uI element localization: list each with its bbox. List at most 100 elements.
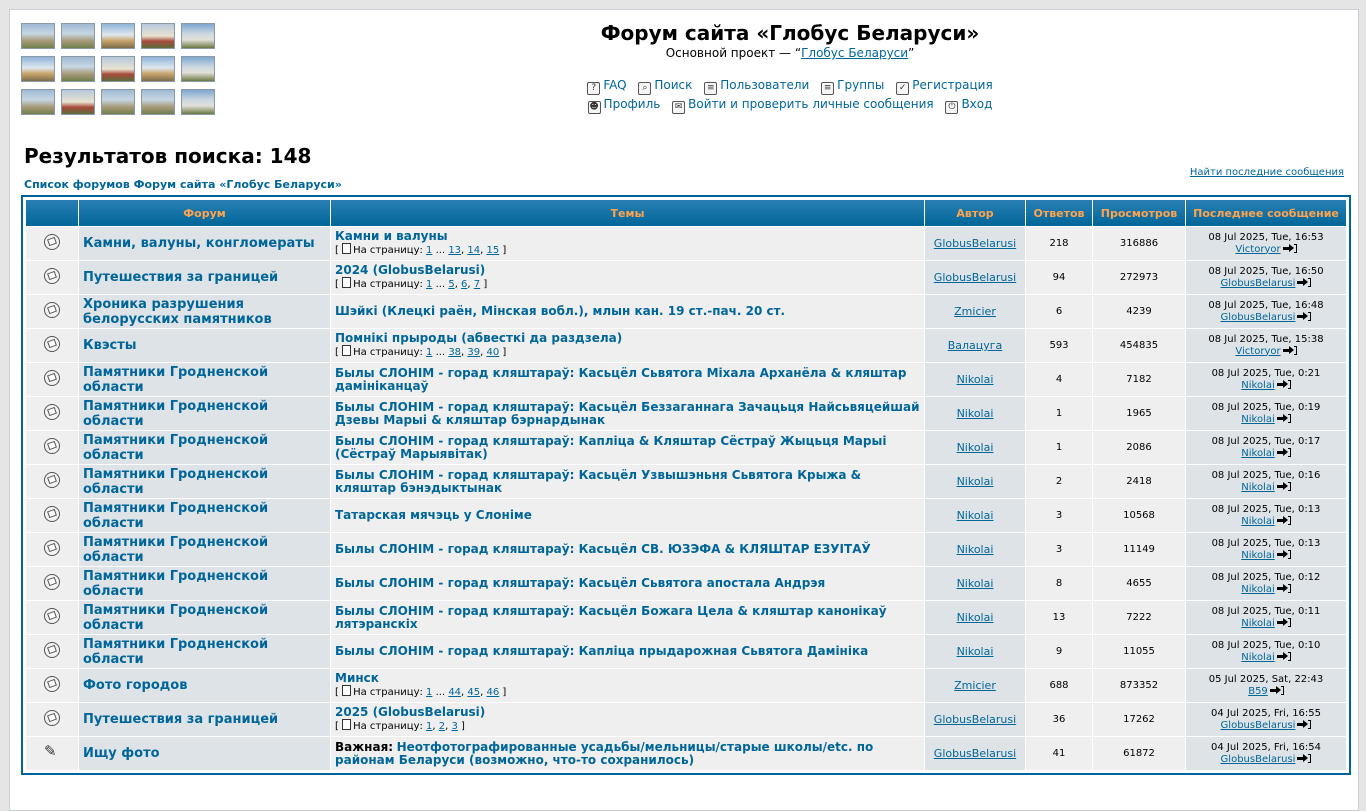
- forum-link[interactable]: Путешествия за границей: [83, 712, 278, 727]
- go-to-last-post-icon[interactable]: [1276, 651, 1291, 661]
- last-post-author-link[interactable]: GlobusBelarusi: [1221, 278, 1296, 289]
- author-link[interactable]: Zmicier: [954, 679, 996, 692]
- nav-messages[interactable]: ✉ Войти и проверить личные сообщения: [672, 97, 934, 114]
- page-link[interactable]: 7: [474, 279, 480, 290]
- topic-link[interactable]: Камни и валуны: [335, 229, 448, 243]
- topic-link[interactable]: Неотфотографированные усадьбы/мельницы/с…: [335, 740, 873, 767]
- topic-link[interactable]: Былы СЛОНІМ - горад кляштараў: Капліца &…: [335, 434, 886, 461]
- forum-link[interactable]: Памятники Гродненской области: [83, 365, 268, 395]
- author-link[interactable]: Nikolai: [957, 373, 994, 386]
- author-link[interactable]: GlobusBelarusi: [934, 271, 1016, 284]
- nav-profile[interactable]: ☻ Профиль: [587, 97, 660, 114]
- author-link[interactable]: Nikolai: [957, 509, 994, 522]
- page-link[interactable]: 14: [467, 245, 480, 256]
- author-link[interactable]: Nikolai: [957, 543, 994, 556]
- topic-link[interactable]: Былы СЛОНІМ - горад кляштараў: Касьцёл С…: [335, 542, 871, 556]
- nav-groups[interactable]: ≡ Группы: [821, 78, 884, 95]
- author-link[interactable]: Nikolai: [957, 407, 994, 420]
- go-to-last-post-icon[interactable]: [1297, 311, 1312, 321]
- nav-faq[interactable]: ? FAQ: [587, 78, 627, 95]
- breadcrumb-forum-index[interactable]: Список форумов Форум сайта «Глобус Белар…: [24, 178, 342, 191]
- page-link[interactable]: 5: [448, 279, 454, 290]
- forum-link[interactable]: Памятники Гродненской области: [83, 637, 268, 667]
- go-to-last-post-icon[interactable]: [1269, 685, 1284, 695]
- last-post-author-link[interactable]: GlobusBelarusi: [1221, 720, 1296, 731]
- topic-link[interactable]: Шэйкі (Клецкі раён, Мінская вобл.), млын…: [335, 304, 785, 318]
- topic-link[interactable]: 2024 (GlobusBelarusi): [335, 263, 485, 277]
- go-to-last-post-icon[interactable]: [1297, 753, 1312, 763]
- last-post-author-link[interactable]: Nikolai: [1241, 380, 1275, 391]
- forum-link[interactable]: Памятники Гродненской области: [83, 603, 268, 633]
- go-to-last-post-icon[interactable]: [1276, 447, 1291, 457]
- last-post-author-link[interactable]: Nikolai: [1241, 414, 1275, 425]
- last-post-author-link[interactable]: GlobusBelarusi: [1221, 754, 1296, 765]
- last-post-author-link[interactable]: Nikolai: [1241, 550, 1275, 561]
- topic-link[interactable]: Минск: [335, 671, 379, 685]
- go-to-last-post-icon[interactable]: [1276, 413, 1291, 423]
- page-link[interactable]: 1: [426, 347, 432, 358]
- topic-link[interactable]: Былы СЛОНІМ - горад кляштараў: Касьцёл Б…: [335, 604, 887, 631]
- page-link[interactable]: 1: [426, 279, 432, 290]
- go-to-last-post-icon[interactable]: [1276, 617, 1291, 627]
- nav-search[interactable]: ⌕ Поиск: [638, 78, 692, 95]
- author-link[interactable]: Nikolai: [957, 645, 994, 658]
- author-link[interactable]: Nikolai: [957, 441, 994, 454]
- page-link[interactable]: 15: [487, 245, 500, 256]
- go-to-last-post-icon[interactable]: [1276, 515, 1291, 525]
- forum-link[interactable]: Ищу фото: [83, 746, 160, 761]
- last-post-author-link[interactable]: GlobusBelarusi: [1221, 312, 1296, 323]
- last-post-author-link[interactable]: Nikolai: [1241, 448, 1275, 459]
- last-post-author-link[interactable]: Victoryor: [1235, 346, 1280, 357]
- go-to-last-post-icon[interactable]: [1276, 549, 1291, 559]
- find-latest-posts-link[interactable]: Найти последние сообщения: [1190, 167, 1344, 178]
- topic-link[interactable]: Татарская мячэць у Слоніме: [335, 508, 532, 522]
- forum-link[interactable]: Путешествия за границей: [83, 270, 278, 285]
- page-link[interactable]: 45: [467, 687, 480, 698]
- author-link[interactable]: Zmicier: [954, 305, 996, 318]
- topic-link[interactable]: Былы СЛОНІМ - горад кляштараў: Капліца п…: [335, 644, 868, 658]
- topic-link[interactable]: Былы СЛОНІМ - горад кляштараў: Касьцёл С…: [335, 576, 825, 590]
- author-link[interactable]: GlobusBelarusi: [934, 747, 1016, 760]
- page-link[interactable]: 3: [452, 721, 458, 732]
- go-to-last-post-icon[interactable]: [1282, 243, 1297, 253]
- author-link[interactable]: Nikolai: [957, 577, 994, 590]
- page-link[interactable]: 46: [487, 687, 500, 698]
- nav-login[interactable]: ⏻ Вход: [945, 97, 992, 114]
- forum-link[interactable]: Фото городов: [83, 678, 187, 693]
- topic-link[interactable]: Помнікі прыроды (абвесткі да раздзела): [335, 331, 622, 345]
- page-link[interactable]: 38: [448, 347, 461, 358]
- last-post-author-link[interactable]: Nikolai: [1241, 482, 1275, 493]
- forum-link[interactable]: Камни, валуны, конгломераты: [83, 236, 315, 251]
- author-link[interactable]: Nikolai: [957, 475, 994, 488]
- forum-link[interactable]: Квэсты: [83, 338, 137, 353]
- forum-link[interactable]: Памятники Гродненской области: [83, 433, 268, 463]
- forum-link[interactable]: Памятники Гродненской области: [83, 569, 268, 599]
- page-link[interactable]: 6: [461, 279, 467, 290]
- last-post-author-link[interactable]: B59: [1248, 686, 1268, 697]
- forum-link[interactable]: Памятники Гродненской области: [83, 535, 268, 565]
- topic-link[interactable]: Былы СЛОНІМ - горад кляштараў: Касьцёл У…: [335, 468, 861, 495]
- go-to-last-post-icon[interactable]: [1276, 583, 1291, 593]
- page-link[interactable]: 40: [487, 347, 500, 358]
- site-logo[interactable]: [21, 23, 220, 116]
- go-to-last-post-icon[interactable]: [1297, 719, 1312, 729]
- last-post-author-link[interactable]: Victoryor: [1235, 244, 1280, 255]
- topic-link[interactable]: 2025 (GlobusBelarusi): [335, 705, 485, 719]
- go-to-last-post-icon[interactable]: [1282, 345, 1297, 355]
- forum-link[interactable]: Памятники Гродненской области: [83, 399, 268, 429]
- page-link[interactable]: 1: [426, 245, 432, 256]
- page-link[interactable]: 39: [467, 347, 480, 358]
- page-link[interactable]: 13: [448, 245, 461, 256]
- topic-link[interactable]: Былы СЛОНІМ - горад кляштараў: Касьцёл С…: [335, 366, 906, 393]
- go-to-last-post-icon[interactable]: [1276, 481, 1291, 491]
- author-link[interactable]: GlobusBelarusi: [934, 237, 1016, 250]
- page-link[interactable]: 1: [426, 721, 432, 732]
- forum-link[interactable]: Памятники Гродненской области: [83, 501, 268, 531]
- forum-link[interactable]: Памятники Гродненской области: [83, 467, 268, 497]
- author-link[interactable]: GlobusBelarusi: [934, 713, 1016, 726]
- last-post-author-link[interactable]: Nikolai: [1241, 652, 1275, 663]
- author-link[interactable]: Валацуга: [948, 339, 1003, 352]
- nav-register[interactable]: ✓ Регистрация: [896, 78, 993, 95]
- forum-link[interactable]: Хроника разрушения белорусских памятнико…: [83, 297, 272, 327]
- page-link[interactable]: 1: [426, 687, 432, 698]
